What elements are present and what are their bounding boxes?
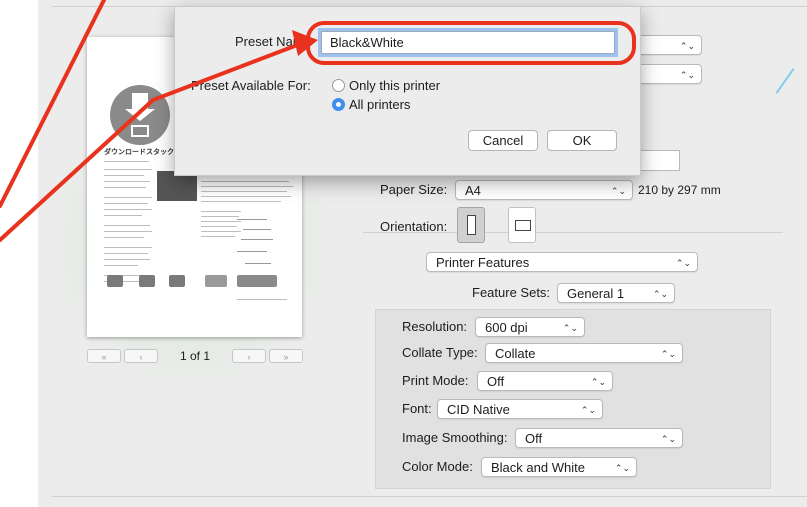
annotation-arrow-icon xyxy=(0,30,318,242)
annotation-arrows xyxy=(0,0,318,242)
annotation-line xyxy=(0,0,106,208)
